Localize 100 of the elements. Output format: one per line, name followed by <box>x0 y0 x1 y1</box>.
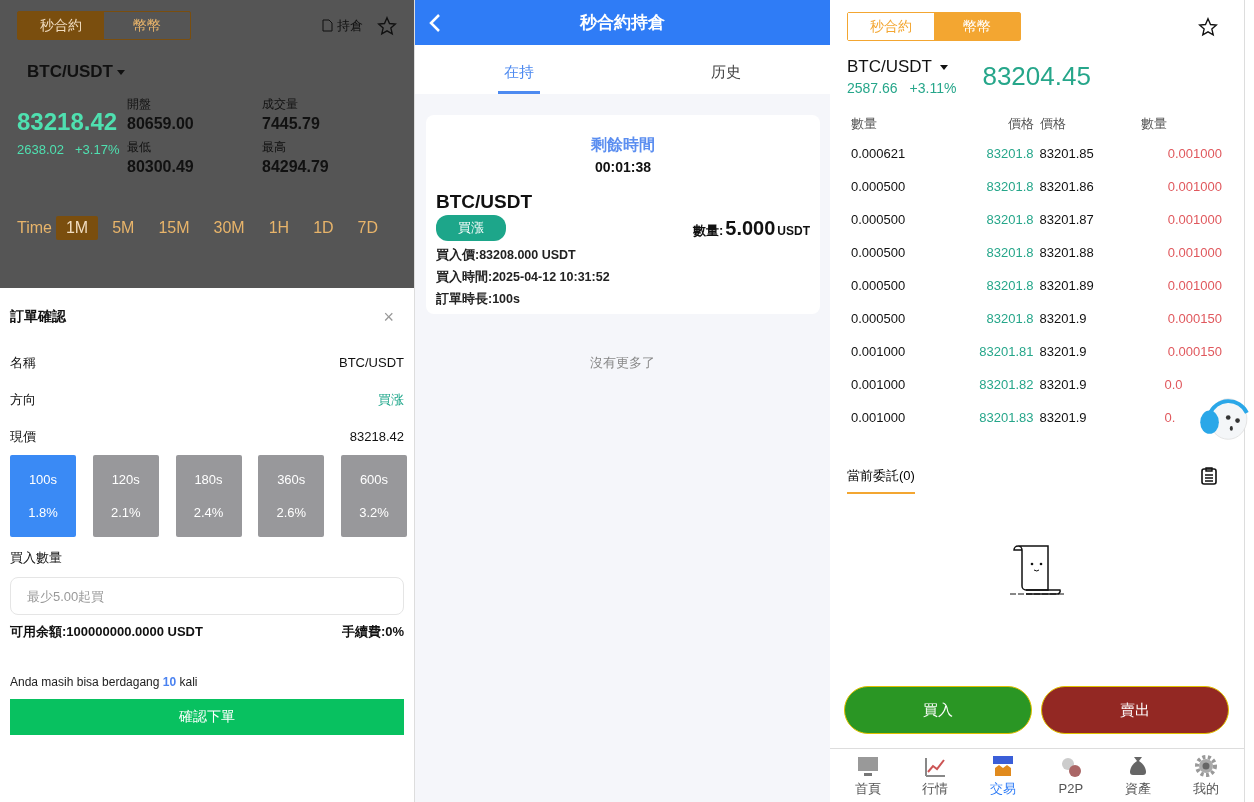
field-label: 名稱 <box>10 353 36 372</box>
nav-tab[interactable]: 資產 <box>1113 753 1164 798</box>
pair-selector[interactable]: BTC/USDT <box>27 62 113 82</box>
stat-value: 7445.79 <box>262 115 321 133</box>
direction-badge: 買漲 <box>436 215 506 241</box>
duration-option[interactable]: 180s 2.4% <box>175 455 242 537</box>
bid-quantity: 0.000500 <box>851 278 907 294</box>
quantity-value: 5.000 <box>725 216 776 240</box>
ask-price: 83201.9 <box>1039 410 1088 426</box>
ask-price: 83201.88 <box>1039 245 1095 261</box>
bid-price: 83201.8 <box>985 179 1034 195</box>
pair-selector[interactable]: BTC/USDT <box>847 57 932 77</box>
open-orders-tab[interactable]: 當前委託(0) <box>847 467 915 495</box>
stat-value: 84294.79 <box>262 158 330 176</box>
fee-text: 手續費:0% <box>341 623 404 641</box>
field-value: BTC/USDT <box>339 355 404 370</box>
field-label: 方向 <box>10 390 36 409</box>
ask-quantity: 0.000150 <box>1166 344 1222 360</box>
close-button[interactable]: × <box>383 306 394 328</box>
mode-tab[interactable]: 幣幣 <box>934 13 1020 40</box>
page-title: 秒合約持倉 <box>580 12 665 34</box>
change-percent: +3.17% <box>75 142 120 157</box>
nav-tab[interactable]: 首頁 <box>842 753 893 798</box>
field-value: 83218.42 <box>349 429 404 444</box>
bid-quantity: 0.000500 <box>851 245 907 261</box>
positions-link[interactable]: 持倉 <box>337 16 363 35</box>
bid-quantity: 0.001000 <box>851 377 907 393</box>
last-price: 83218.42 <box>17 108 119 136</box>
stat-label: 成交量 <box>262 96 299 113</box>
end-of-list-note: 沒有更多了 <box>590 354 655 372</box>
bid-price: 83201.8 <box>985 245 1034 261</box>
ask-price: 83201.9 <box>1039 311 1088 327</box>
interval-tab[interactable]: 1M <box>55 216 99 240</box>
duration-option[interactable]: 600s 3.2% <box>341 455 407 537</box>
duration-option[interactable]: 120s 2.1% <box>92 455 159 537</box>
bid-quantity: 0.000500 <box>851 212 907 228</box>
ask-quantity: 0.001000 <box>1166 245 1222 261</box>
bid-price: 83201.8 <box>985 212 1034 228</box>
confirm-button[interactable]: 確認下單 <box>10 699 404 735</box>
interval-tab[interactable]: 30M <box>203 216 255 240</box>
amount-input[interactable]: 最少5.00起買 <box>10 577 404 615</box>
ask-price: 83201.9 <box>1039 377 1088 393</box>
interval-label: Time <box>17 219 52 237</box>
column-header: 價格 <box>1006 114 1034 133</box>
nav-tab[interactable]: 行情 <box>910 753 961 798</box>
bid-quantity: 0.000500 <box>851 311 907 327</box>
interval-tab[interactable]: 7D <box>347 216 389 240</box>
column-header: 數量 <box>1140 114 1168 133</box>
interval-tab[interactable]: 1H <box>258 216 300 240</box>
bid-price: 83201.8 <box>985 311 1034 327</box>
buy-button[interactable]: 買入 <box>844 686 1032 735</box>
positions-tab[interactable]: 历史 <box>705 51 748 94</box>
duration-option[interactable]: 360s 2.6% <box>258 455 325 537</box>
interval-tab[interactable]: 1D <box>303 216 344 240</box>
mode-tab[interactable]: 幣幣 <box>104 12 190 39</box>
ask-quantity: 0.001000 <box>1166 179 1222 195</box>
bid-price: 83201.83 <box>978 410 1034 426</box>
bid-price: 83201.82 <box>978 377 1034 393</box>
bid-price: 83201.81 <box>978 344 1034 360</box>
position-pair: BTC/USDT <box>436 191 534 213</box>
stat-label: 開盤 <box>127 96 152 113</box>
stat-value: 80659.00 <box>127 115 195 133</box>
ask-price: 83201.89 <box>1039 278 1095 294</box>
column-header: 數量 <box>851 114 878 133</box>
sell-button[interactable]: 賣出 <box>1041 686 1229 735</box>
bid-price: 83201.8 <box>985 278 1034 294</box>
available-balance: 可用余額:100000000.0000 USDT <box>10 623 203 641</box>
position-detail: 買入價:83208.000 USDT <box>436 247 577 264</box>
price-change: 2638.02 <box>17 142 64 157</box>
change-percent: +3.11% <box>909 80 957 96</box>
ask-quantity: 0.001000 <box>1166 278 1222 294</box>
mode-tab[interactable]: 秒合約 <box>18 12 104 39</box>
stat-label: 最高 <box>262 139 287 156</box>
trade-count-note: Anda masih bisa berdagang 10 kali <box>10 675 199 689</box>
column-header: 價格 <box>1039 114 1067 133</box>
stat-label: 最低 <box>127 139 152 156</box>
ask-quantity: 0.001000 <box>1166 146 1222 162</box>
remaining-label: 剩餘時間 <box>591 135 655 155</box>
position-detail: 買入時間:2025-04-12 10:31:52 <box>436 269 611 286</box>
ask-price: 83201.87 <box>1039 212 1095 228</box>
ask-price: 83201.9 <box>1039 344 1088 360</box>
price-change: 2587.66 <box>847 80 898 96</box>
nav-tab[interactable]: P2P <box>1045 755 1096 797</box>
ask-price: 83201.86 <box>1039 179 1095 195</box>
quantity-unit: USDT <box>777 223 810 238</box>
field-value: 買涨 <box>378 390 404 409</box>
stat-value: 80300.49 <box>127 158 195 176</box>
positions-tab[interactable]: 在持 <box>497 51 540 94</box>
position-detail: 訂單時長:100s <box>436 291 521 308</box>
nav-tab[interactable]: 交易 <box>978 753 1029 798</box>
duration-option[interactable]: 100s 1.8% <box>10 455 76 537</box>
interval-tab[interactable]: 5M <box>102 216 145 240</box>
field-label: 現價 <box>10 427 36 446</box>
last-price: 83204.45 <box>982 61 1091 92</box>
ask-quantity: 0.000150 <box>1166 311 1222 327</box>
bid-quantity: 0.001000 <box>851 410 907 426</box>
interval-tab[interactable]: 15M <box>148 216 200 240</box>
bid-quantity: 0.000621 <box>851 146 907 162</box>
nav-tab[interactable]: 我的 <box>1181 753 1232 798</box>
ask-quantity: 0.0 <box>1163 377 1184 393</box>
